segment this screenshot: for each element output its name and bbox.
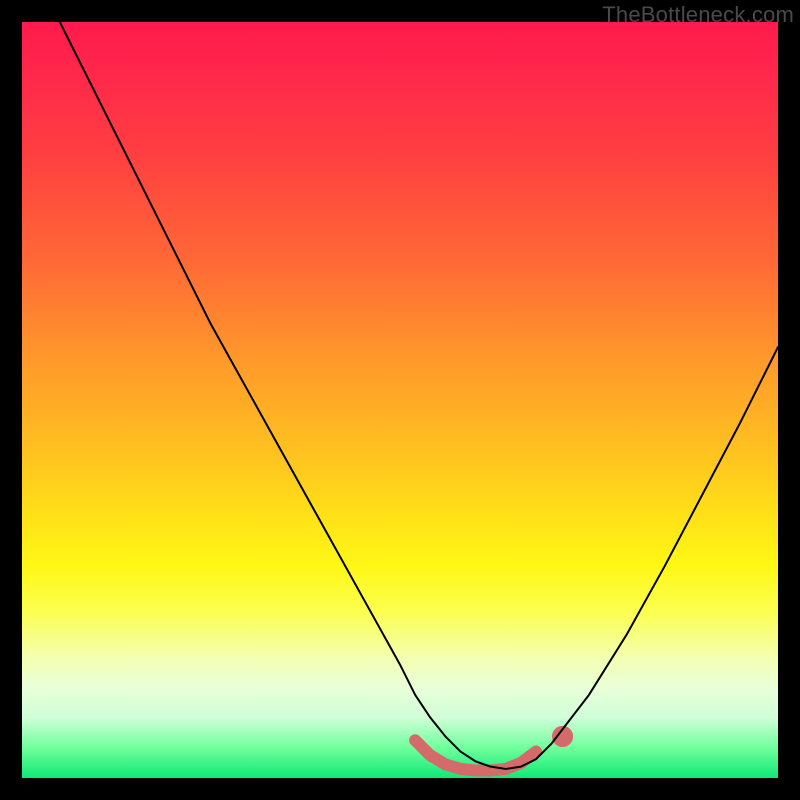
- plot-area: [22, 22, 778, 778]
- chart-frame: TheBottleneck.com: [0, 0, 800, 800]
- chart-svg: [22, 22, 778, 778]
- watermark-text: TheBottleneck.com: [602, 2, 794, 28]
- bottleneck-curve: [60, 22, 778, 769]
- marker-band: [415, 740, 536, 770]
